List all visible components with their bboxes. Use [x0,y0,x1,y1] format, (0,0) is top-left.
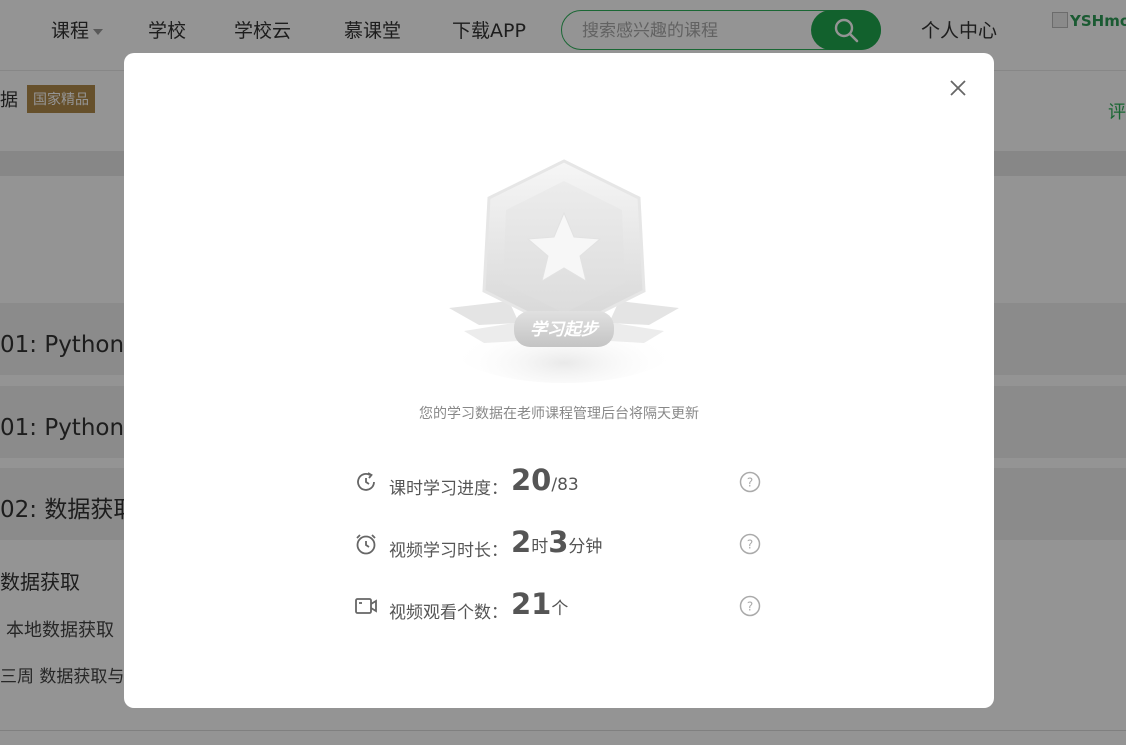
lesson-progress-row: 课时学习进度： 20/83 ? [354,463,774,499]
video-duration-row: 视频学习时长： 2时3分钟 ? [354,525,774,561]
update-notice: 您的学习数据在老师课程管理后台将隔天更新 [419,406,699,422]
video-count-label: 视频观看个数： [389,603,508,623]
close-icon[interactable] [947,77,969,99]
video-duration-label: 视频学习时长： [389,541,508,561]
learning-stats-modal: 学习起步 您的学习数据在老师课程管理后台将隔天更新 课时学习进度： 20/83 … [124,53,994,708]
refresh-clock-icon [357,472,375,491]
alarm-clock-icon [356,534,376,555]
learning-start-medal-icon: 学习起步 [449,159,679,383]
video-duration-value: 2时3分钟 [511,525,603,559]
video-count-value: 21个 [511,587,569,621]
help-icon[interactable]: ? [739,533,761,555]
svg-text:?: ? [747,476,753,490]
help-icon[interactable]: ? [739,595,761,617]
help-icon[interactable]: ? [739,471,761,493]
lesson-progress-label: 课时学习进度： [389,479,508,499]
svg-text:?: ? [747,600,753,614]
medal-label: 学习起步 [530,320,600,340]
svg-text:?: ? [747,538,753,552]
lesson-progress-value: 20/83 [511,463,579,497]
video-count-row: 视频观看个数： 21个 ? [354,587,774,623]
video-camera-icon [355,598,377,614]
